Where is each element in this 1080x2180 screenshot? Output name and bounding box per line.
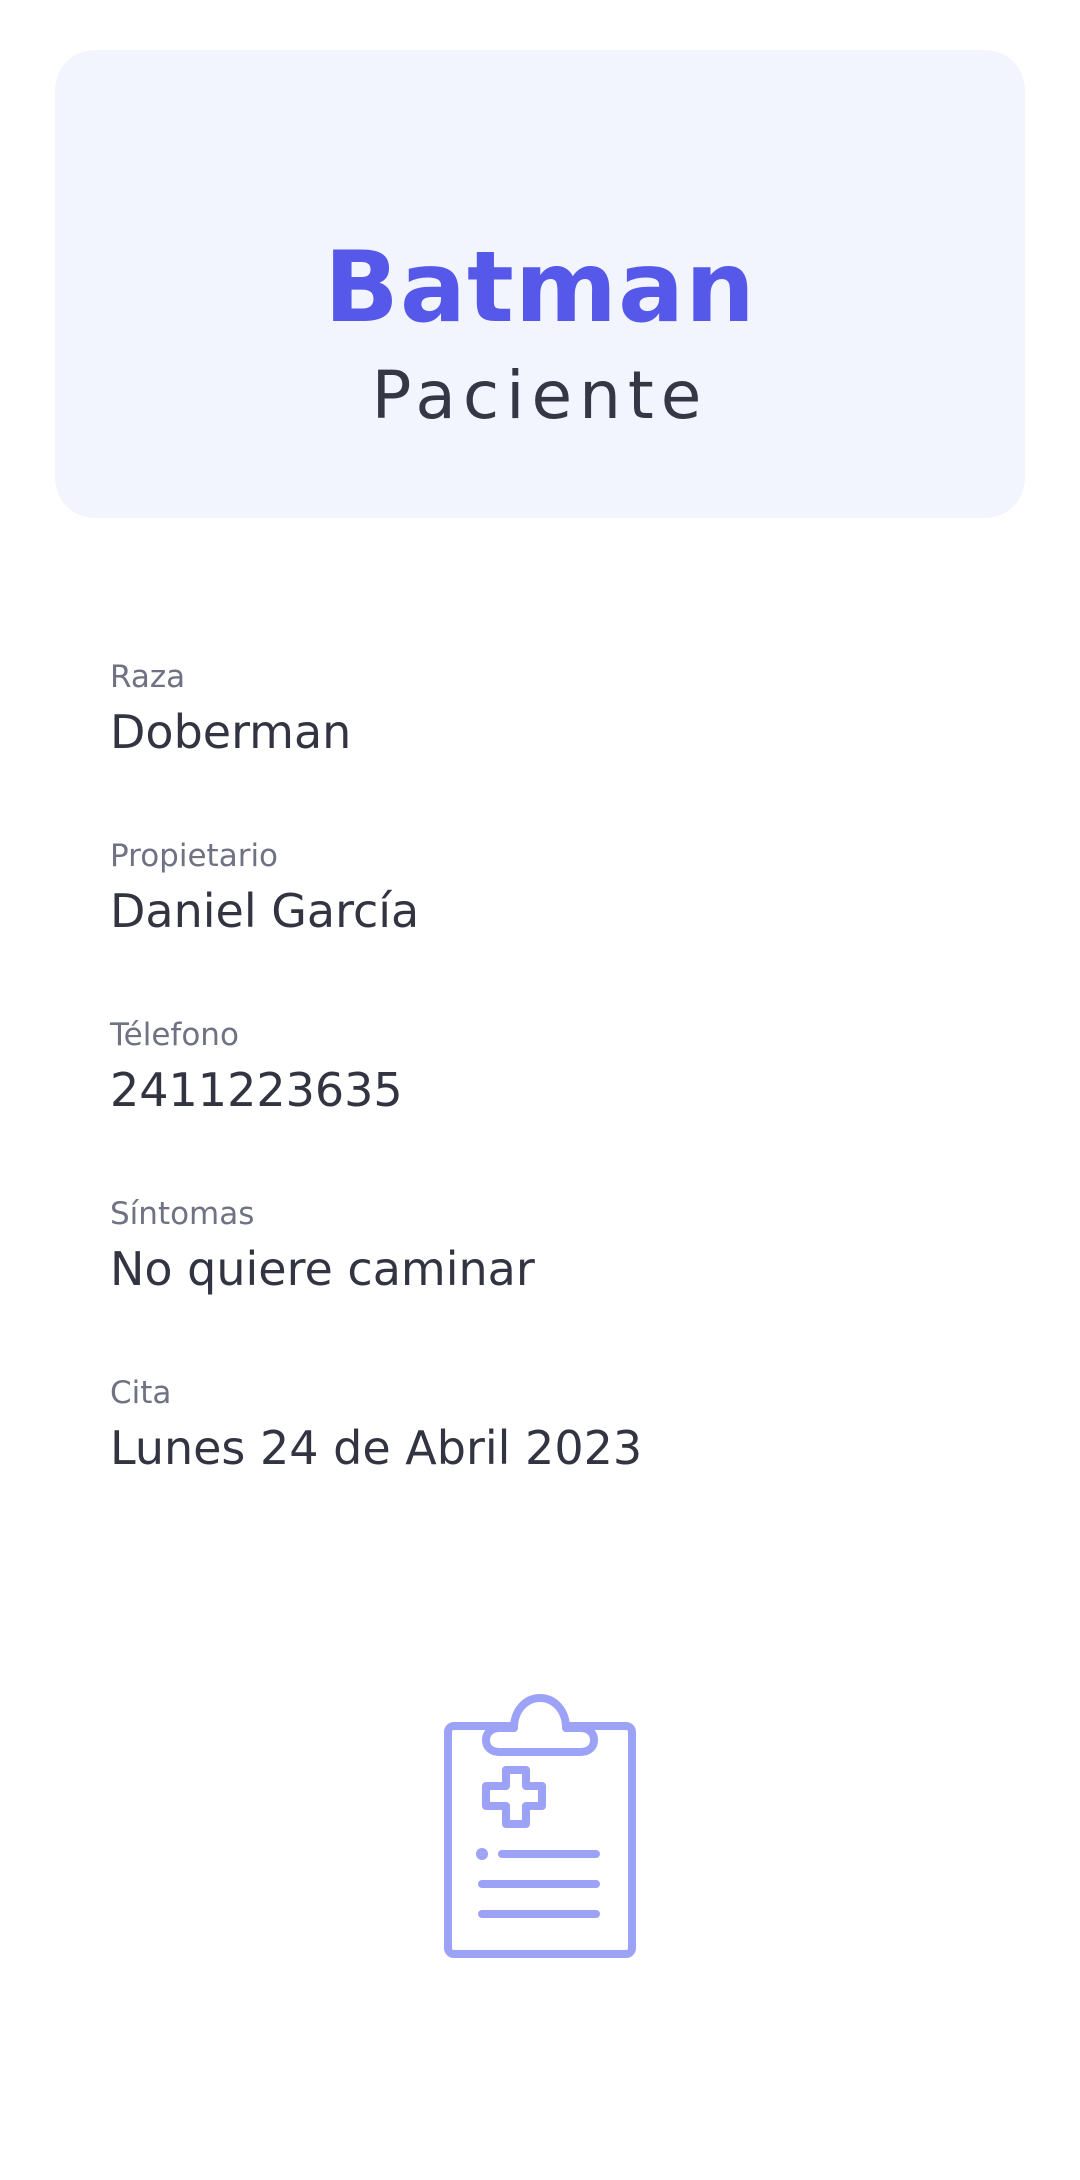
field-breed-label: Raza: [110, 659, 186, 695]
field-owner: Propietario Daniel García: [110, 834, 970, 1013]
field-phone: Télefono 2411223635: [110, 1013, 970, 1192]
field-symptoms-value: No quiere caminar: [110, 1242, 535, 1296]
patient-header-card: Batman Paciente: [55, 50, 1025, 518]
field-phone-value: 2411223635: [110, 1063, 403, 1117]
field-breed: Raza Doberman: [110, 655, 970, 834]
field-owner-label: Propietario: [110, 838, 279, 874]
field-appointment-value: Lunes 24 de Abril 2023: [110, 1421, 643, 1475]
patient-name: Batman: [324, 231, 756, 345]
field-owner-value: Daniel García: [110, 884, 420, 938]
field-phone-label: Télefono: [110, 1017, 239, 1053]
patient-details: Raza Doberman Propietario Daniel García …: [110, 655, 970, 1550]
field-appointment-label: Cita: [110, 1375, 172, 1411]
medical-clipboard-icon: [444, 1694, 636, 1958]
field-breed-value: Doberman: [110, 705, 352, 759]
field-appointment: Cita Lunes 24 de Abril 2023: [110, 1371, 970, 1550]
field-symptoms-label: Síntomas: [110, 1196, 255, 1232]
patient-role: Paciente: [371, 357, 709, 434]
field-symptoms: Síntomas No quiere caminar: [110, 1192, 970, 1371]
